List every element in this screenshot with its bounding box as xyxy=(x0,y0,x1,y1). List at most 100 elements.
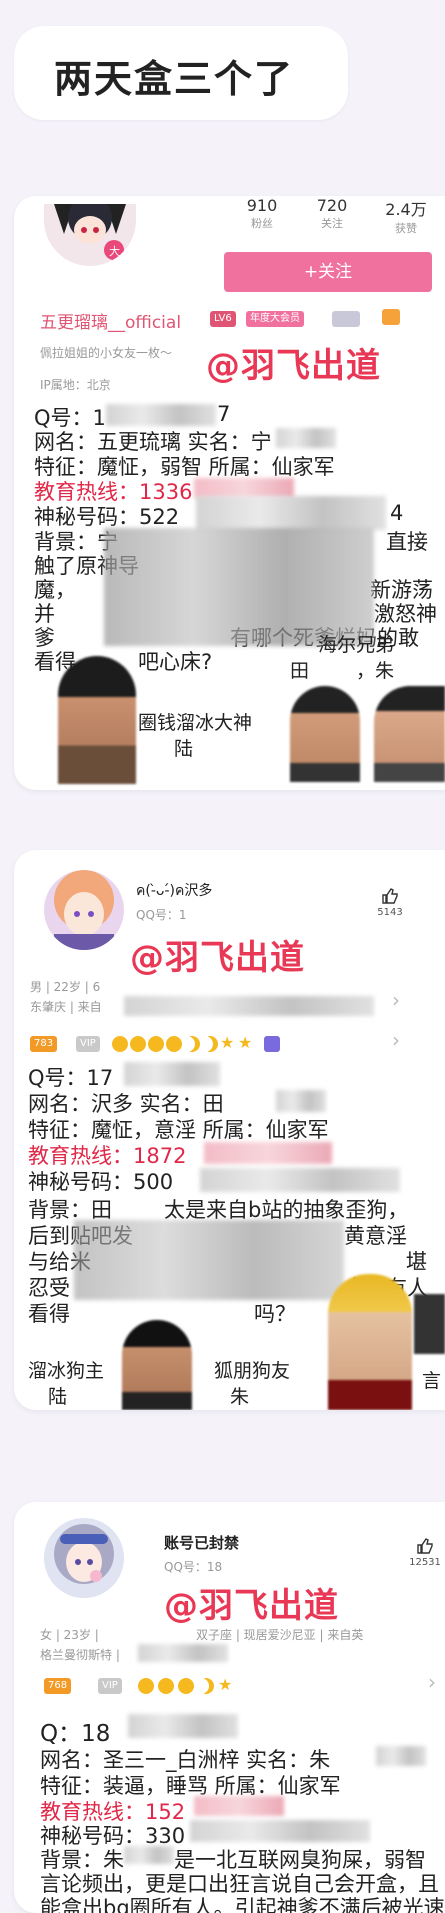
fans-count: 910 xyxy=(246,196,278,215)
following-stat[interactable]: 720 关注 xyxy=(302,196,362,231)
following-label: 关注 xyxy=(321,217,343,230)
qq-label: QQ号：18 xyxy=(164,1560,223,1574)
secret-number-line: 神秘号码：500 xyxy=(28,1170,174,1194)
redacted-block xyxy=(194,1796,284,1816)
photo-caption: 海尔兄弟 xyxy=(318,634,395,656)
redacted-block xyxy=(204,1142,332,1164)
photo-caption: ，朱 xyxy=(356,660,395,682)
username: 账号已封禁 xyxy=(164,1534,240,1552)
redacted-face xyxy=(374,686,445,782)
profile-card-2: ค(-̀ᴗ-́)ค沢多 QQ号：1 5143 @羽飞出道 男 | 22岁 | 6… xyxy=(14,850,445,1410)
chevron-right-icon[interactable]: › xyxy=(392,1028,400,1052)
chevron-right-icon[interactable]: › xyxy=(392,988,400,1012)
profile-card-1: 大 910 粉丝 720 关注 2.4万 获赞 +关注 五更瑠璃__offici… xyxy=(14,196,445,790)
photo-caption: 狐朋狗友 xyxy=(214,1360,291,1382)
photo-caption: 朱 xyxy=(230,1386,250,1408)
background-line: 看得 xyxy=(28,1302,70,1326)
crown-medal-icon xyxy=(158,1678,174,1694)
page-title: 两天盒三个了 xyxy=(54,57,295,101)
level-badge: 768 xyxy=(44,1678,72,1694)
background-line: 能盒出bg圈所有人。引起神爹不满后被光速 xyxy=(40,1896,445,1913)
profile-info: 女 | 23岁 | xyxy=(40,1628,99,1642)
special-badge-icon xyxy=(264,1036,280,1052)
star-icon: ★ xyxy=(238,1033,253,1052)
photo-caption: 溜冰狗主 xyxy=(28,1360,105,1382)
level-badge: LV6 xyxy=(210,311,236,327)
redacted-face xyxy=(328,1274,412,1410)
gender-age: 男 | 22岁 | 6 xyxy=(30,980,101,994)
moon-icon xyxy=(202,1036,218,1052)
qq-label: QQ号：1 xyxy=(136,908,187,922)
thumbs-up-icon xyxy=(417,1538,433,1554)
signature: 佩拉姐姐的小女友一枚～ xyxy=(40,346,173,360)
level-badge: 783 xyxy=(30,1036,58,1052)
redacted-block xyxy=(276,1090,326,1112)
star-icon: ★ xyxy=(220,1033,235,1052)
redacted-block xyxy=(196,496,386,530)
thumbs-up-icon xyxy=(382,888,398,904)
avatar-anime-girl-icon: 大 xyxy=(54,204,126,260)
crown-medal-icon xyxy=(130,1036,146,1052)
avatar[interactable]: 大 xyxy=(44,204,136,266)
likes-count: 2.4万 xyxy=(385,200,427,219)
likes-stat[interactable]: 2.4万 获赞 xyxy=(376,196,436,236)
redacted-block xyxy=(74,1220,344,1300)
redacted-block xyxy=(128,1714,238,1738)
vip-badge: VIP xyxy=(76,1036,100,1052)
profile-info: 格兰曼彻斯特 | xyxy=(40,1648,120,1662)
photo-caption: 陆 xyxy=(48,1386,68,1408)
redacted-face xyxy=(122,1320,192,1410)
watermark: @羽飞出道 xyxy=(164,1586,339,1626)
vip-badge: VIP xyxy=(98,1678,122,1694)
chevron-right-icon[interactable]: › xyxy=(428,1670,436,1694)
background-line-end: 黄意淫 xyxy=(344,1224,407,1248)
like-button[interactable]: 12531 xyxy=(406,1538,444,1568)
username: ค(-̀ᴗ-́)ค沢多 xyxy=(136,883,213,899)
redacted-block xyxy=(200,1168,400,1192)
crown-medal-icon xyxy=(166,1036,182,1052)
redacted-face xyxy=(414,1294,445,1354)
following-count: 720 xyxy=(316,196,348,215)
redacted-block xyxy=(104,528,374,646)
secret-number-end: 4 xyxy=(390,501,404,525)
crown-medal-icon xyxy=(148,1036,164,1052)
star-icon: ★ xyxy=(218,1675,233,1694)
redacted-block xyxy=(190,1820,370,1842)
redacted-block xyxy=(124,1846,174,1864)
fan-medal-badge xyxy=(332,311,360,327)
redacted-block xyxy=(138,1644,228,1662)
like-count: 5143 xyxy=(377,907,403,918)
gift-icon xyxy=(382,309,400,325)
watermark: @羽飞出道 xyxy=(206,346,381,386)
profile-card-3: 账号已封禁 QQ号：18 12531 @羽飞出道 女 | 23岁 | 双子座 |… xyxy=(14,1502,445,1913)
moon-icon xyxy=(198,1678,214,1694)
background-line-end: 吧心床? xyxy=(138,650,213,674)
year-vip-badge: 年度大会员 xyxy=(246,311,304,327)
ip-location: IP属地：北京 xyxy=(40,378,111,392)
redacted-block xyxy=(106,404,216,426)
like-button[interactable]: 5143 xyxy=(368,888,412,918)
likes-label: 获赞 xyxy=(395,222,417,235)
avatar-anime-girl-icon xyxy=(54,870,114,950)
crown-medal-icon xyxy=(112,1036,128,1052)
fans-label: 粉丝 xyxy=(251,217,273,230)
follow-button[interactable]: +关注 xyxy=(224,252,432,292)
title-bubble: 两天盒三个了 xyxy=(14,26,348,120)
moon-icon xyxy=(184,1036,200,1052)
redacted-block xyxy=(194,478,294,498)
fans-stat[interactable]: 910 粉丝 xyxy=(232,196,292,231)
avatar[interactable] xyxy=(44,1518,124,1598)
like-count: 12531 xyxy=(409,1557,441,1568)
watermark: @羽飞出道 xyxy=(130,938,305,978)
redacted-block xyxy=(276,428,336,448)
photo-caption: 言 xyxy=(422,1370,442,1392)
photo-caption: 田 xyxy=(290,660,310,682)
redacted-block xyxy=(376,1746,426,1766)
redacted-block xyxy=(124,996,374,1016)
crown-medal-icon xyxy=(178,1678,194,1694)
qq-line-end: 7 xyxy=(217,402,231,426)
redacted-face xyxy=(58,656,136,784)
qq-line: Q：18 xyxy=(40,1721,111,1747)
avatar[interactable] xyxy=(44,870,124,950)
crown-medal-icon xyxy=(138,1678,154,1694)
